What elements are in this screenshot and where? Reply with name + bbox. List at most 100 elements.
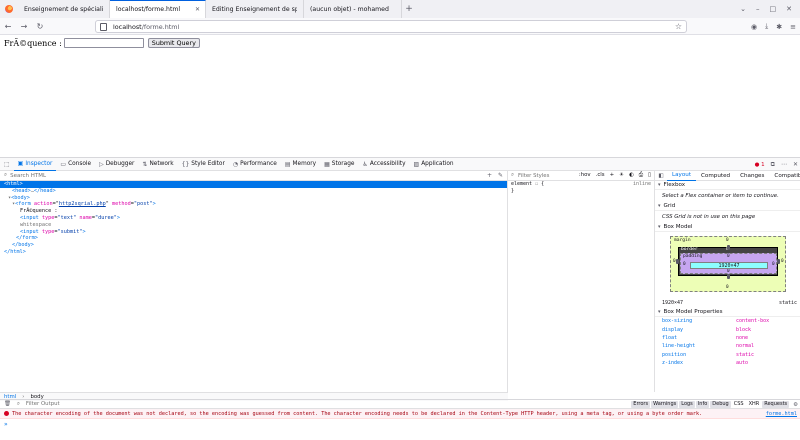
tab-label: Network bbox=[149, 161, 174, 167]
close-tab-icon[interactable]: ✕ bbox=[195, 6, 200, 13]
padding-right-value[interactable]: 0 bbox=[772, 262, 775, 267]
resize-handle[interactable] bbox=[727, 274, 730, 279]
tab-accessibility[interactable]: ♿ Accessibility bbox=[358, 158, 409, 171]
filter-errors[interactable]: Errors bbox=[631, 401, 651, 408]
add-rule-icon[interactable]: + bbox=[610, 172, 615, 179]
tab-style-editor[interactable]: {} Style Editor bbox=[178, 158, 229, 171]
tab-computed[interactable]: Computed bbox=[696, 171, 735, 181]
tab-enseignement[interactable]: Enseignement de spécialité bbox=[18, 0, 110, 18]
flexbox-section[interactable]: ▾ Flexbox bbox=[655, 181, 800, 190]
dark-theme-icon[interactable]: ◐ bbox=[629, 172, 634, 179]
filter-info[interactable]: Info bbox=[695, 401, 710, 408]
box-margin[interactable]: margin 0 0 0 0 border 0 padding 0 0 0 0 … bbox=[670, 236, 786, 292]
tab-editing[interactable]: Editing Enseignement de sp bbox=[206, 0, 304, 18]
tab-inspector[interactable]: ▣ Inspector bbox=[13, 158, 57, 171]
tab-performance[interactable]: ◔ Performance bbox=[229, 158, 281, 171]
trash-icon[interactable]: 🗑 bbox=[4, 401, 11, 407]
filter-output-input[interactable]: Filter Output bbox=[26, 401, 60, 407]
menu-icon[interactable]: ≡ bbox=[790, 23, 796, 31]
maximize-icon[interactable]: □ bbox=[770, 5, 777, 13]
padding-left-value[interactable]: 0 bbox=[683, 262, 686, 267]
url-bar[interactable]: localhost/forme.html ☆ bbox=[95, 20, 687, 33]
pick-element-icon[interactable]: ⬚ bbox=[0, 158, 14, 171]
downloads-icon[interactable]: ⤓ bbox=[765, 22, 768, 31]
add-node-icon[interactable]: + bbox=[487, 172, 492, 179]
margin-top-value[interactable]: 0 bbox=[726, 238, 729, 243]
error-count-badge[interactable]: ● 1 bbox=[755, 162, 765, 168]
list-tabs-icon[interactable]: ⌄ bbox=[740, 5, 746, 13]
doc-icon[interactable]: ▯ bbox=[648, 172, 651, 179]
reload-icon[interactable]: ↻ bbox=[32, 18, 48, 35]
node-head[interactable]: <head>…</head> bbox=[0, 188, 507, 195]
tab-network[interactable]: ⇅ Network bbox=[138, 158, 177, 171]
resize-handle[interactable] bbox=[727, 245, 730, 250]
tab-debugger[interactable]: ▷ Debugger bbox=[95, 158, 138, 171]
tab-compatibility[interactable]: Compatibility bbox=[769, 171, 800, 181]
duree-input[interactable] bbox=[63, 38, 144, 48]
tab-memory[interactable]: ▤ Memory bbox=[281, 158, 320, 171]
filter-debug[interactable]: Debug bbox=[710, 401, 731, 408]
filter-requests[interactable]: Requests bbox=[762, 401, 790, 408]
console-error-message[interactable]: The character encoding of the document w… bbox=[0, 409, 800, 419]
cls-button[interactable]: .cls bbox=[596, 172, 605, 179]
print-icon[interactable]: ⎙ bbox=[639, 172, 643, 179]
firefox-menu-icon[interactable] bbox=[0, 0, 18, 18]
console-settings-icon[interactable]: ⚙ bbox=[793, 402, 798, 408]
prop-row: box-sizing content-box bbox=[655, 317, 800, 325]
tab-storage[interactable]: ▦ Storage bbox=[320, 158, 358, 171]
tab-console[interactable]: ▭ Console bbox=[56, 158, 95, 171]
margin-bottom-value[interactable]: 0 bbox=[726, 285, 729, 290]
submit-button[interactable]: Submit Query bbox=[147, 38, 200, 48]
filter-logs[interactable]: Logs bbox=[679, 401, 695, 408]
tab-application[interactable]: ▨ Application bbox=[410, 158, 458, 171]
node-text[interactable]: FrÃ©quence : bbox=[0, 208, 507, 215]
new-tab-button[interactable]: + bbox=[402, 0, 416, 18]
node-whitespace[interactable]: whitespace bbox=[0, 222, 507, 229]
node-form-close[interactable]: </form> bbox=[0, 235, 507, 242]
box-padding[interactable]: padding 0 0 0 0 1920×47 bbox=[680, 253, 777, 274]
dock-icon[interactable]: ⧉ bbox=[771, 161, 775, 169]
boxmodel-properties-section[interactable]: ▾ Box Model Properties bbox=[655, 308, 800, 317]
node-input-text[interactable]: <input type="text" name="duree"> bbox=[0, 215, 507, 222]
node-form[interactable]: ▾<form action="http2sqrial.php" method="… bbox=[0, 201, 507, 208]
resize-handle[interactable] bbox=[777, 259, 780, 264]
devtools-menu-icon[interactable]: ⋯ bbox=[781, 161, 787, 168]
console-input[interactable]: » bbox=[0, 419, 800, 429]
box-content[interactable]: 1920×47 bbox=[690, 262, 768, 269]
bookmark-star-icon[interactable]: ☆ bbox=[675, 22, 682, 31]
sidebar-tabs: ◧ Layout Computed Changes Compatibility bbox=[655, 171, 800, 181]
padding-top-value[interactable]: 0 bbox=[727, 254, 730, 259]
filter-css[interactable]: CSS bbox=[732, 401, 746, 408]
search-html[interactable]: ⌕ Search HTML + ✎ bbox=[0, 171, 507, 181]
node-body-close[interactable]: </body> bbox=[0, 242, 507, 249]
grid-section[interactable]: ▾ Grid bbox=[655, 202, 800, 211]
resize-handle[interactable] bbox=[676, 259, 679, 264]
sidebar-toggle-icon[interactable]: ◧ bbox=[655, 173, 667, 179]
tab-localhost[interactable]: localhost/forme.html ✕ bbox=[110, 0, 206, 18]
boxmodel-section[interactable]: ▾ Box Model bbox=[655, 223, 800, 232]
filter-xhr[interactable]: XHR bbox=[747, 401, 762, 408]
forward-icon[interactable]: → bbox=[16, 18, 32, 35]
margin-right-value[interactable]: 0 bbox=[781, 259, 784, 264]
close-devtools-icon[interactable]: ✕ bbox=[793, 161, 798, 168]
minimize-icon[interactable]: – bbox=[756, 5, 760, 13]
node-html[interactable]: <html> bbox=[0, 181, 507, 188]
node-input-submit[interactable]: <input type="submit"> bbox=[0, 229, 507, 236]
error-source-link[interactable]: forme.html bbox=[766, 411, 797, 417]
filter-warnings[interactable]: Warnings bbox=[651, 401, 679, 408]
close-window-icon[interactable]: ✕ bbox=[786, 5, 792, 13]
tab-changes[interactable]: Changes bbox=[735, 171, 769, 181]
node-html-close[interactable]: </html> bbox=[0, 249, 507, 256]
eyedropper-icon[interactable]: ✎ bbox=[498, 172, 503, 179]
tab-layout[interactable]: Layout bbox=[667, 171, 697, 181]
back-icon[interactable]: ← bbox=[0, 18, 16, 35]
element-rule[interactable]: element ☐ { inline bbox=[508, 181, 654, 188]
box-border[interactable]: border 0 padding 0 0 0 0 1920×47 bbox=[678, 247, 778, 276]
filter-styles[interactable]: ⌕ Filter Styles :hov .cls + ☀ ◐ ⎙ ▯ bbox=[508, 171, 654, 181]
light-theme-icon[interactable]: ☀ bbox=[619, 172, 624, 179]
node-body[interactable]: ▾<body> bbox=[0, 195, 507, 202]
pocket-icon[interactable]: ◉ bbox=[751, 23, 757, 31]
hov-button[interactable]: :hov bbox=[579, 172, 591, 179]
extensions-icon[interactable]: ✱ bbox=[776, 23, 782, 31]
tab-aucun-objet[interactable]: (aucun objet) - mohamed bbox=[304, 0, 402, 18]
